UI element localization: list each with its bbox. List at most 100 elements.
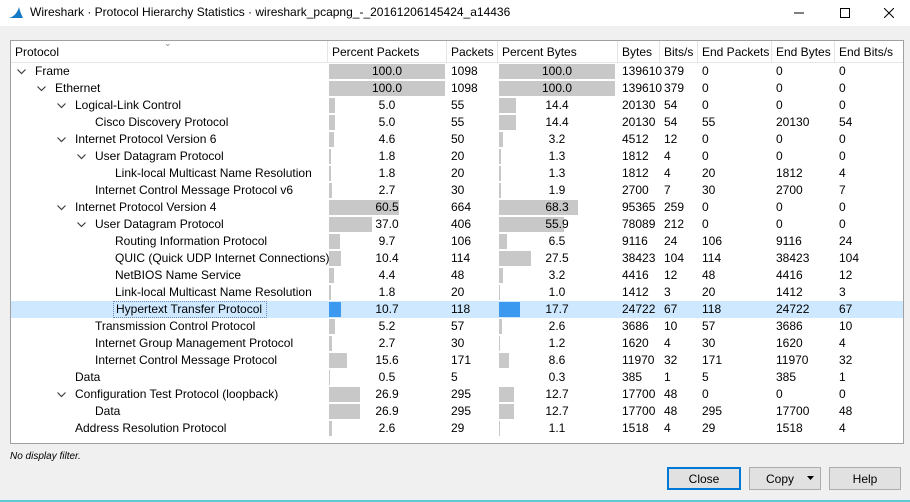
minimize-button[interactable] (776, 0, 822, 26)
tree-row[interactable]: Frame 100.0 100.0 1098 139610 379 0 0 0 (11, 63, 903, 80)
bits-per-second-cell: 32 (664, 353, 678, 367)
tree-row[interactable]: Link-local Multicast Name Resolution 1.8 1… (11, 165, 903, 182)
packets-cell: 114 (451, 251, 471, 265)
protocol-hierarchy-tree[interactable]: Protocol ⌄ Percent Packets Packets Percen… (10, 40, 904, 444)
tree-row[interactable]: Hypertext Transfer Protocol 10.7 17.7 118 24… (11, 301, 903, 318)
end-packets-cell: 0 (702, 200, 709, 214)
packets-cell: 406 (451, 217, 472, 231)
percent-packets-value: 1.8 (378, 285, 396, 299)
tree-row[interactable]: Configuration Test Protocol (loopback) 26… (11, 386, 903, 403)
close-window-button[interactable] (866, 0, 910, 26)
column-header-percent-packets[interactable]: Percent Packets (328, 41, 447, 63)
tree-row[interactable]: Internet Protocol Version 6 4.6 3.2 50 4512 1… (11, 131, 903, 148)
end-packets-cell: 5 (702, 370, 709, 384)
chevron-down-icon (16, 68, 26, 74)
percent-packets-cell: 26.9 (329, 387, 445, 402)
bits-per-second-cell: 3 (664, 285, 671, 299)
end-packets-cell: 29 (702, 421, 716, 435)
percent-packets-value: 0.5 (378, 370, 396, 384)
expand-toggle[interactable] (35, 80, 47, 97)
column-header-protocol[interactable]: Protocol ⌄ (11, 41, 328, 63)
tree-row[interactable]: Data 26.9 12.7 295 17700 48 295 17700 48 (11, 403, 903, 420)
tree-row[interactable]: Ethernet 100.0 100.0 1098 139610 379 0 0 0 (11, 80, 903, 97)
end-bytes-cell: 4416 (776, 268, 803, 282)
percent-bytes-value: 17.7 (545, 302, 569, 316)
column-header-bytes[interactable]: Bytes (618, 41, 660, 63)
protocol-name: Logical-Link Control (75, 98, 182, 112)
column-header-packets[interactable]: Packets (447, 41, 498, 63)
percent-packets-cell: 100.0 (329, 81, 445, 96)
expand-toggle[interactable] (15, 63, 27, 80)
end-packets-cell: 295 (702, 404, 723, 418)
bytes-cell: 20130 (622, 115, 656, 129)
percent-packets-cell: 60.5 (329, 200, 445, 215)
protocol-name: Internet Group Management Protocol (95, 336, 294, 350)
column-header-bits-per-second[interactable]: Bits/s (660, 41, 698, 63)
protocol-name: QUIC (Quick UDP Internet Connections) (115, 251, 330, 265)
bytes-cell: 9116 (622, 234, 648, 248)
end-bytes-cell: 2700 (776, 183, 803, 197)
percent-bytes-value: 100.0 (541, 81, 573, 95)
packets-cell: 20 (451, 149, 465, 163)
end-bits-per-second-cell: 32 (839, 353, 853, 367)
tree-row[interactable]: Link-local Multicast Name Resolution 1.8 1… (11, 284, 903, 301)
bits-per-second-cell: 4 (664, 336, 671, 350)
percent-bytes-value: 2.6 (548, 319, 566, 333)
percent-bytes-cell: 3.2 (499, 132, 615, 147)
maximize-button[interactable] (822, 0, 868, 26)
copy-button[interactable]: Copy (749, 467, 821, 490)
tree-row[interactable]: NetBIOS Name Service 4.4 3.2 48 4416 12 48 4416… (11, 267, 903, 284)
percent-bytes-cell: 12.7 (499, 387, 615, 402)
end-packets-cell: 57 (702, 319, 716, 333)
packets-cell: 30 (451, 183, 465, 197)
tree-row[interactable]: Internet Protocol Version 4 60.5 68.3 664 95… (11, 199, 903, 216)
column-header-end-bits-per-second[interactable]: End Bits/s (835, 41, 903, 63)
packets-cell: 30 (451, 336, 465, 350)
percent-bytes-cell: 100.0 (499, 81, 615, 96)
tree-row[interactable]: Data 0.5 0.3 5 385 1 5 385 1 (11, 369, 903, 386)
percent-packets-cell: 10.7 (329, 302, 445, 317)
expand-toggle[interactable] (55, 97, 67, 114)
tree-row[interactable]: Internet Control Message Protocol 15.6 8.6… (11, 352, 903, 369)
tree-row[interactable]: Cisco Discovery Protocol 5.0 14.4 55 20130 54… (11, 114, 903, 131)
percent-packets-cell: 5.0 (329, 115, 445, 130)
percent-bytes-value: 1.1 (548, 421, 566, 435)
column-header-end-bytes[interactable]: End Bytes (772, 41, 835, 63)
bits-per-second-cell: 48 (664, 387, 678, 401)
packets-cell: 29 (451, 421, 465, 435)
tree-row[interactable]: Address Resolution Protocol 2.6 1.1 29 1518 4… (11, 420, 903, 437)
end-packets-cell: 48 (702, 268, 716, 282)
tree-row[interactable]: User Datagram Protocol 1.8 1.3 20 1812 4 0 0 0 (11, 148, 903, 165)
tree-row[interactable]: Internet Group Management Protocol 2.7 1.2… (11, 335, 903, 352)
bytes-cell: 1412 (622, 285, 649, 299)
tree-row[interactable]: Internet Control Message Protocol v6 2.7 1… (11, 182, 903, 199)
help-button[interactable]: Help (829, 467, 901, 490)
expand-toggle[interactable] (75, 148, 87, 165)
bytes-cell: 1812 (622, 166, 649, 180)
dropdown-arrow-icon[interactable] (807, 476, 814, 480)
expand-toggle[interactable] (75, 216, 87, 233)
expand-toggle[interactable] (55, 131, 67, 148)
percent-bytes-value: 3.2 (548, 268, 566, 282)
packets-cell: 48 (451, 268, 465, 282)
bytes-cell: 139610 (622, 64, 663, 78)
column-header-percent-bytes[interactable]: Percent Bytes (498, 41, 618, 63)
protocol-name: Hypertext Transfer Protocol (113, 301, 268, 318)
end-bits-per-second-cell: 24 (839, 234, 853, 248)
tree-row[interactable]: Logical-Link Control 5.0 14.4 55 20130 54 0 0 0 (11, 97, 903, 114)
tree-row[interactable]: Routing Information Protocol 9.7 6.5 106 911… (11, 233, 903, 250)
tree-row[interactable]: Transmission Control Protocol 5.2 2.6 57 368… (11, 318, 903, 335)
end-packets-cell: 171 (702, 353, 723, 367)
bits-per-second-cell: 379 (664, 81, 685, 95)
expand-toggle[interactable] (55, 386, 67, 403)
end-bits-per-second-cell: 48 (839, 404, 853, 418)
close-button[interactable]: Close (667, 467, 741, 490)
tree-row[interactable]: User Datagram Protocol 37.0 55.9 406 78089 21… (11, 216, 903, 233)
percent-bytes-value: 14.4 (545, 115, 569, 129)
column-header-end-packets[interactable]: End Packets (698, 41, 772, 63)
percent-bytes-value: 8.6 (548, 353, 566, 367)
bytes-cell: 4512 (622, 132, 649, 146)
tree-row[interactable]: QUIC (Quick UDP Internet Connections) 10.… (11, 250, 903, 267)
percent-bytes-cell: 2.6 (499, 319, 615, 334)
expand-toggle[interactable] (55, 199, 67, 216)
